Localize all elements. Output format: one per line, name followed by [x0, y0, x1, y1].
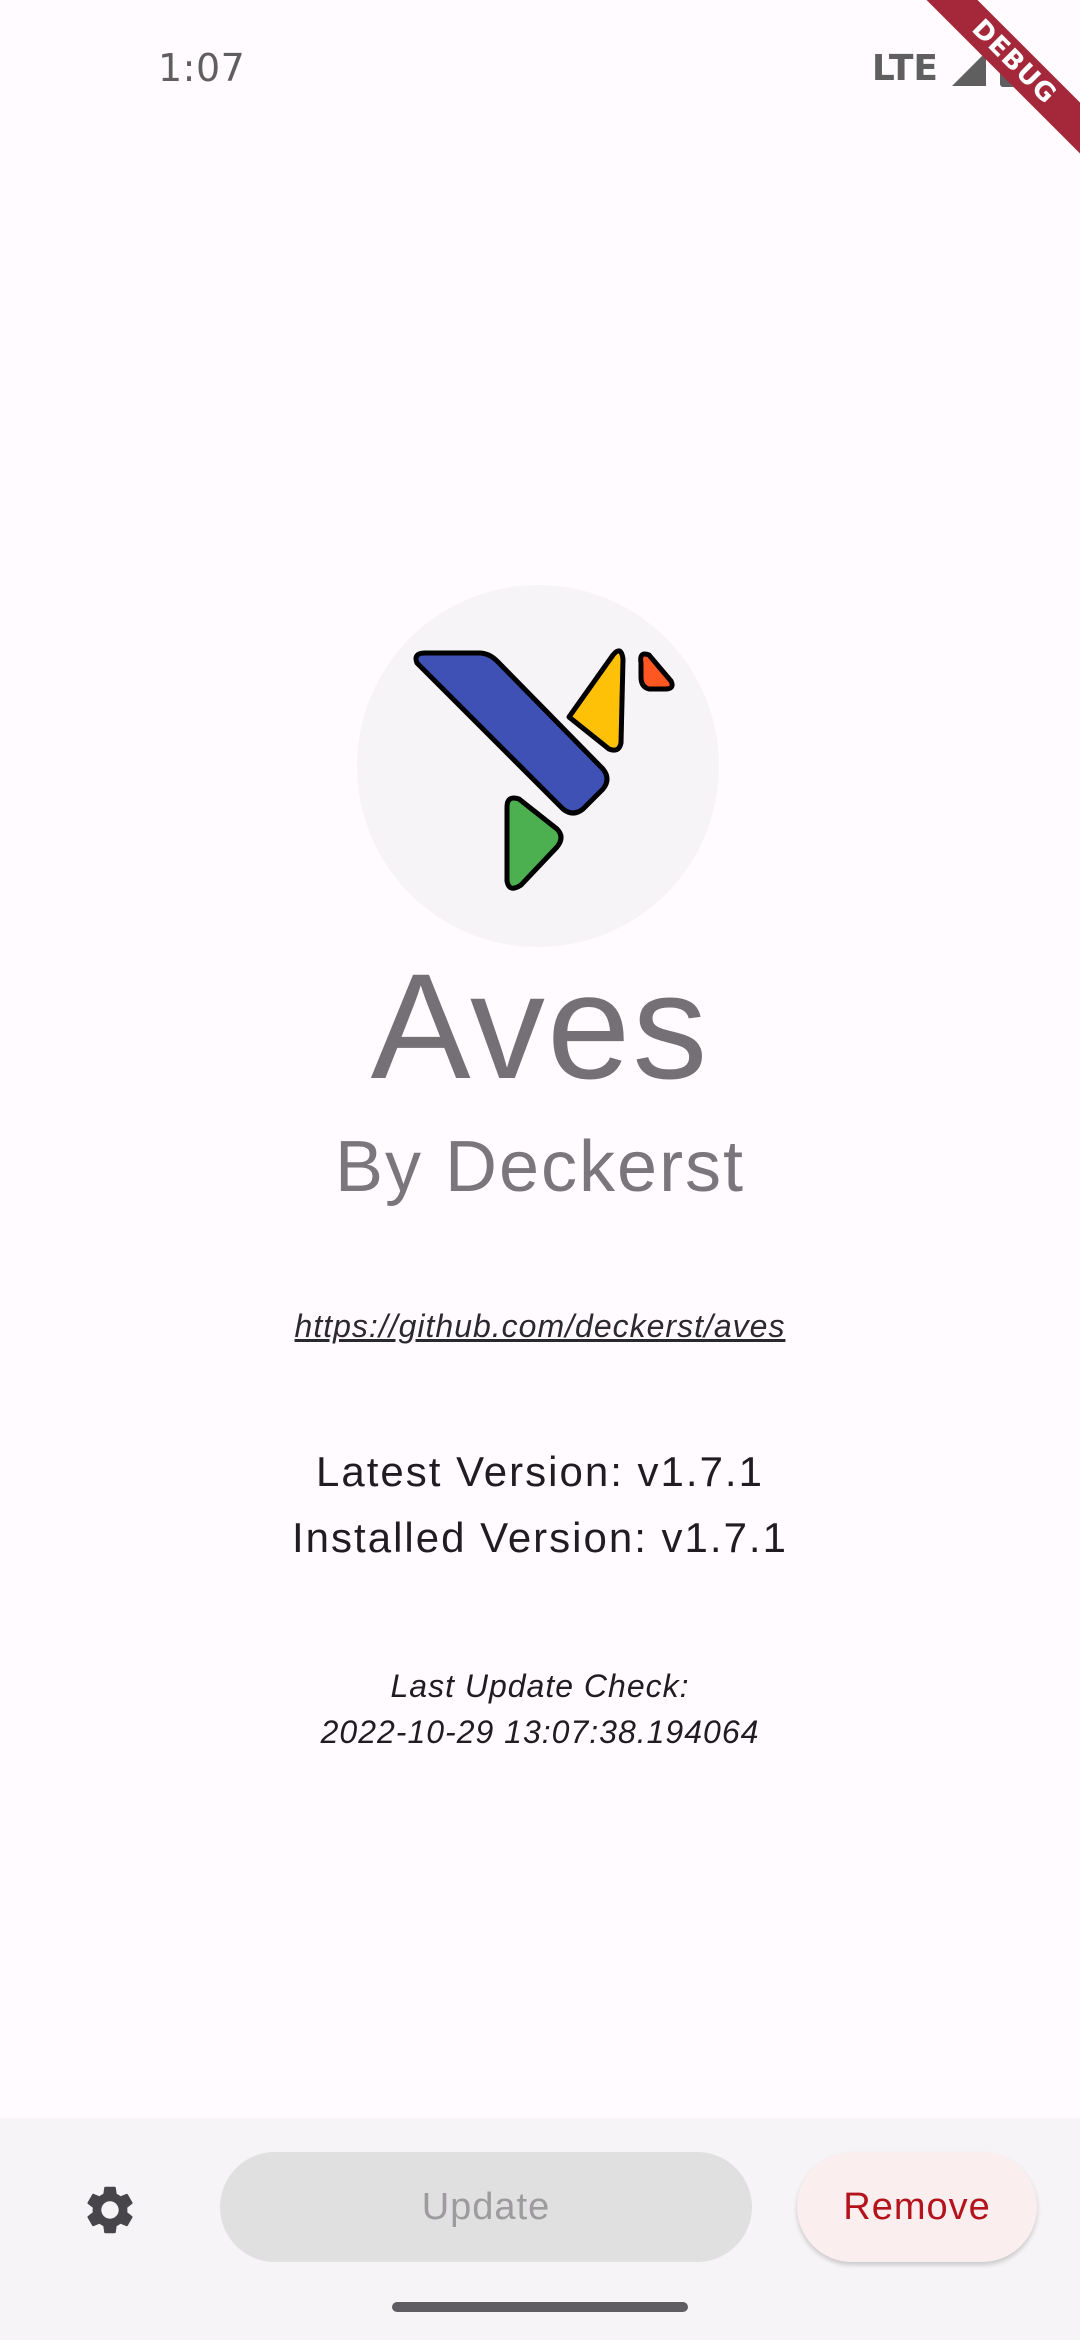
- repository-link[interactable]: https://github.com/deckerst/aves: [0, 1308, 1080, 1345]
- status-time: 1:07: [158, 46, 246, 90]
- battery-icon: [1000, 50, 1020, 87]
- network-type: LTE: [871, 48, 938, 89]
- signal-icon: [952, 51, 986, 86]
- latest-version: Latest Version: v1.7.1: [316, 1448, 764, 1495]
- home-indicator[interactable]: [392, 2302, 688, 2312]
- settings-button[interactable]: [68, 2168, 152, 2252]
- remove-button[interactable]: Remove: [797, 2152, 1037, 2262]
- app-name: Aves: [370, 942, 710, 1110]
- aves-logo-icon: [413, 648, 675, 891]
- last-update-check-value: 2022-10-29 13:07:38.194064: [320, 1714, 760, 1750]
- status-indicators: LTE: [872, 48, 1020, 89]
- app-detail-screen: 1:07 LTE DEBUG Aves By Deckerst https://…: [0, 0, 1080, 2340]
- installed-version: Installed Version: v1.7.1: [292, 1514, 788, 1561]
- last-update-check-label: Last Update Check:: [390, 1668, 690, 1704]
- gear-icon: [87, 2186, 133, 2234]
- update-button[interactable]: Update: [220, 2152, 752, 2262]
- app-logo: [357, 585, 719, 947]
- app-author: By Deckerst: [334, 1127, 746, 1207]
